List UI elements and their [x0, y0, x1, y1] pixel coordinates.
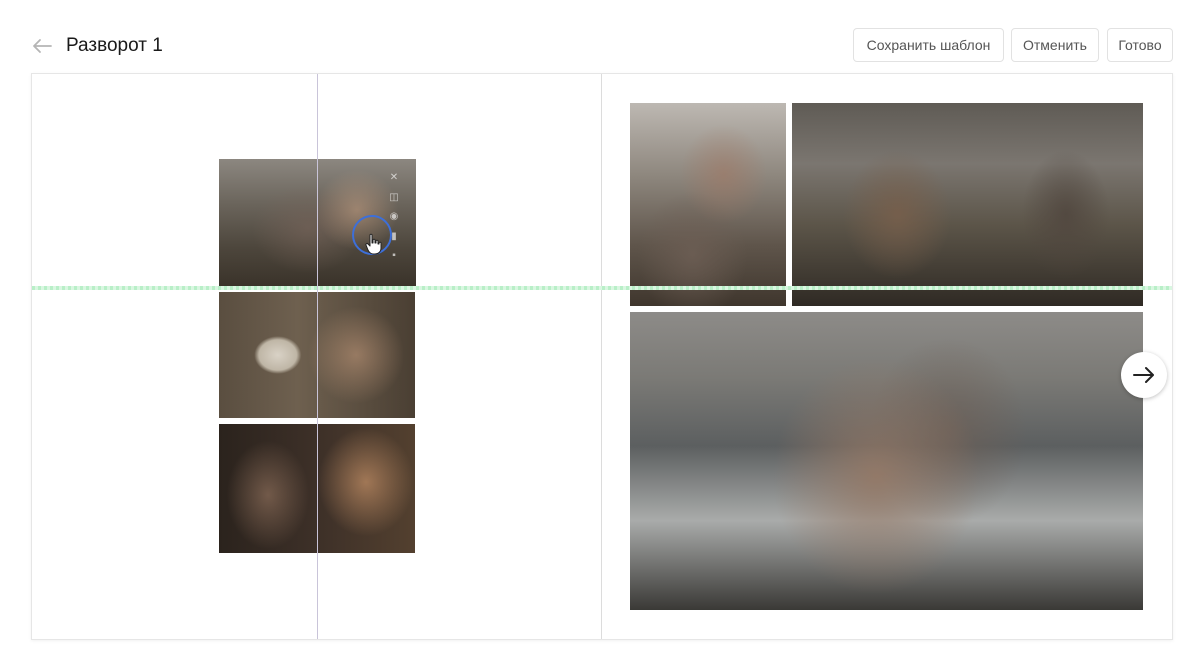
- photo-toolbar: ✕ ◫ ◉ ▮ ▪: [386, 171, 402, 263]
- save-template-button[interactable]: Сохранить шаблон: [853, 28, 1004, 62]
- close-icon[interactable]: ✕: [387, 171, 401, 185]
- editor-header: Разворот 1 Сохранить шаблон Отменить Гот…: [0, 0, 1200, 74]
- spread-title: Разворот 1: [66, 35, 163, 56]
- hand-cursor-icon: [365, 233, 382, 255]
- delete-icon[interactable]: ▪: [387, 249, 401, 263]
- next-spread-button[interactable]: [1121, 352, 1167, 398]
- photo-slot-right-2[interactable]: [792, 103, 1143, 306]
- page-divider: [601, 74, 602, 639]
- arrow-left-icon: [33, 39, 52, 53]
- crop-icon[interactable]: ◫: [387, 191, 401, 205]
- photo-slot-right-3[interactable]: [630, 312, 1143, 610]
- vertical-center-guide: [317, 74, 318, 639]
- cancel-button[interactable]: Отменить: [1011, 28, 1099, 62]
- back-button[interactable]: [30, 34, 54, 58]
- arrow-right-icon: [1133, 367, 1154, 383]
- horizontal-snap-guide: [32, 286, 1172, 290]
- photo-slot-right-1[interactable]: [630, 103, 786, 306]
- done-button[interactable]: Готово: [1107, 28, 1173, 62]
- eye-icon[interactable]: ◉: [387, 210, 401, 224]
